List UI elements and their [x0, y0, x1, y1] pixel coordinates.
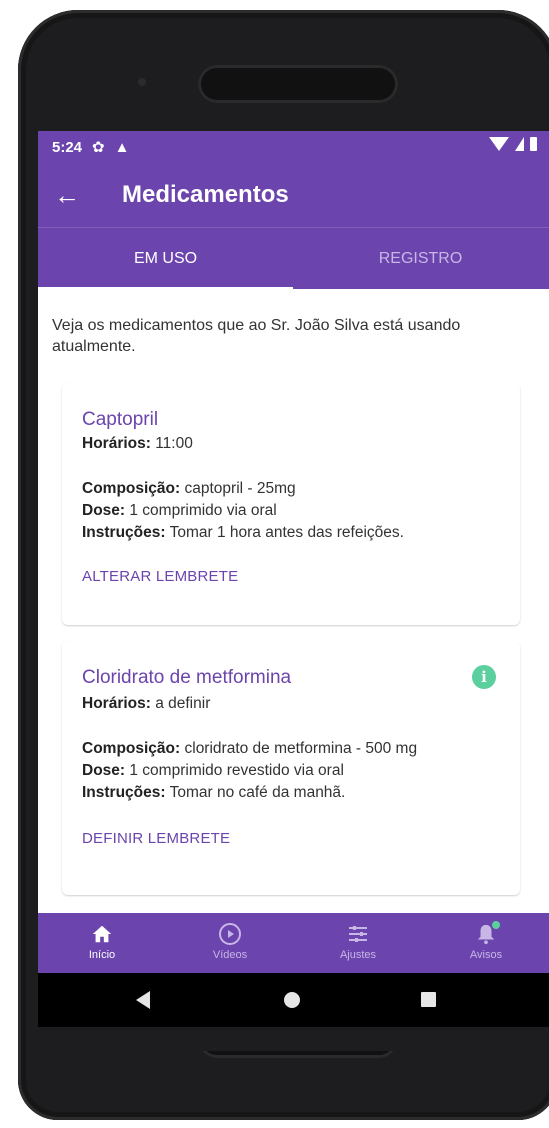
- top-speaker: [198, 65, 398, 103]
- wifi-icon: [489, 137, 509, 151]
- play-circle-icon: [166, 921, 294, 947]
- schedule-value: 11:00: [150, 435, 193, 452]
- composition-label: Composição:: [82, 740, 181, 757]
- medication-name: Captopril: [82, 409, 159, 430]
- medication-card: Cloridrato de metformina i Horários: a d…: [62, 641, 520, 895]
- nav-label: Ajustes: [339, 949, 377, 961]
- bell-icon: [422, 921, 549, 947]
- gear-icon: ✿: [92, 139, 105, 156]
- dose-value: 1 comprimido via oral: [125, 502, 277, 519]
- system-recents-icon[interactable]: [421, 992, 436, 1007]
- nav-label: Avisos: [469, 949, 503, 961]
- status-right-icons: [489, 137, 537, 151]
- tab-em-uso[interactable]: EM USO: [38, 228, 293, 290]
- system-nav-bar: [38, 973, 549, 1027]
- instructions-line: Instruções: Tomar 1 hora antes das refei…: [82, 524, 404, 542]
- tab-registro[interactable]: REGISTRO: [293, 228, 548, 290]
- schedule-value: a definir: [150, 695, 211, 712]
- battery-icon: [530, 137, 537, 151]
- composition-line: Composição: cloridrato de metformina - 5…: [82, 740, 417, 758]
- medication-name: Cloridrato de metformina: [82, 667, 292, 688]
- intro-text: Veja os medicamentos que ao Sr. João Sil…: [52, 317, 461, 355]
- system-home-icon[interactable]: [284, 992, 300, 1008]
- content-area[interactable]: Veja os medicamentos que ao Sr. João Sil…: [38, 289, 549, 944]
- nav-item-ajustes[interactable]: Ajustes: [294, 913, 422, 973]
- medication-card: Captopril Horários: 11:00 Composição: ca…: [62, 383, 520, 625]
- dose-label: Dose:: [82, 502, 126, 519]
- instructions-line: Instruções: Tomar no café da manhã.: [82, 784, 345, 802]
- schedule-line: Horários: a definir: [82, 695, 210, 713]
- set-reminder-button[interactable]: DEFINIR LEMBRETE: [82, 830, 230, 847]
- instructions-value: Tomar no café da manhã.: [165, 784, 346, 801]
- composition-value: captopril - 25mg: [180, 480, 296, 497]
- dose-value: 1 comprimido revestido via oral: [125, 762, 344, 779]
- home-icon: [38, 921, 166, 947]
- status-time: 5:24: [52, 138, 83, 156]
- sliders-icon: [294, 921, 422, 947]
- nav-item-videos[interactable]: Vídeos: [166, 913, 294, 973]
- dose-line: Dose: 1 comprimido via oral: [82, 502, 277, 520]
- info-icon[interactable]: i: [472, 665, 496, 689]
- notification-dot: [492, 921, 500, 929]
- nav-label: Início: [88, 949, 116, 961]
- front-camera: [138, 78, 146, 86]
- composition-line: Composição: captopril - 25mg: [82, 480, 296, 498]
- status-bar: 5:24 ✿ ▲: [38, 131, 549, 163]
- system-back-icon[interactable]: [136, 991, 150, 1009]
- signal-icon: [515, 137, 524, 151]
- arrow-back-icon[interactable]: ←: [54, 180, 82, 211]
- composition-label: Composição:: [82, 480, 181, 497]
- screen: 5:24 ✿ ▲ ← Medicamentos EM USO REGISTRO …: [38, 131, 549, 1051]
- dose-label: Dose:: [82, 762, 126, 779]
- nav-label: Vídeos: [212, 949, 248, 961]
- instructions-label: Instruções:: [82, 524, 166, 541]
- phone-chin: [38, 1027, 549, 1051]
- dose-line: Dose: 1 comprimido revestido via oral: [82, 762, 344, 780]
- schedule-label: Horários:: [82, 435, 151, 452]
- app-bar: ← Medicamentos: [38, 163, 549, 227]
- instructions-value: Tomar 1 hora antes das refeições.: [165, 524, 404, 541]
- page-title: Medicamentos: [122, 181, 289, 208]
- schedule-label: Horários:: [82, 695, 151, 712]
- nav-item-avisos[interactable]: Avisos: [422, 913, 549, 973]
- schedule-line: Horários: 11:00: [82, 435, 193, 453]
- change-reminder-button[interactable]: ALTERAR LEMBRETE: [82, 568, 238, 585]
- warning-icon: ▲: [114, 138, 130, 156]
- bottom-nav: Início Vídeos Ajustes Avisos: [38, 913, 549, 973]
- nav-item-inicio[interactable]: Início: [38, 913, 166, 973]
- instructions-label: Instruções:: [82, 784, 166, 801]
- tab-bar: EM USO REGISTRO: [38, 227, 549, 290]
- composition-value: cloridrato de metformina - 500 mg: [180, 740, 418, 757]
